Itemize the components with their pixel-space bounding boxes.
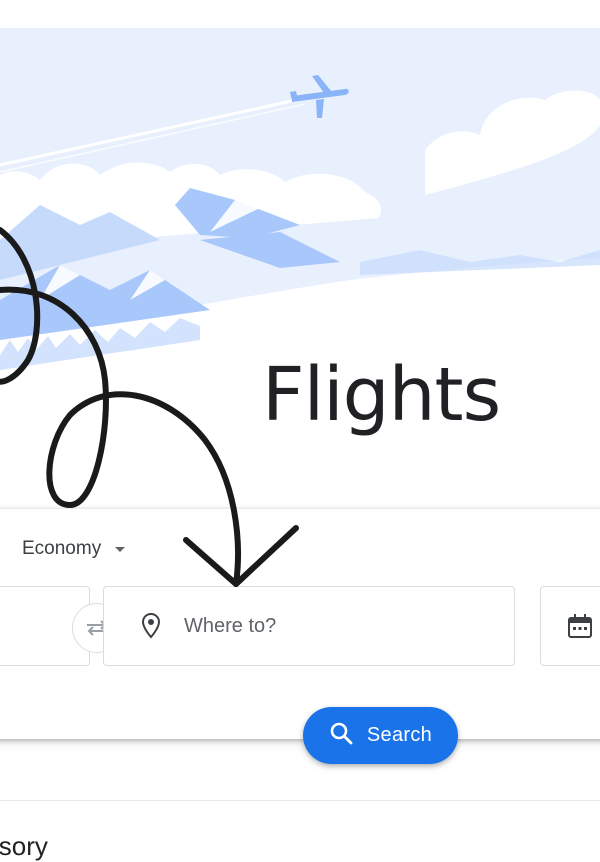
- calendar-icon: [567, 613, 593, 639]
- departure-date-field[interactable]: [540, 586, 600, 666]
- location-pin-icon: [142, 613, 160, 639]
- search-button-label: Search: [366, 724, 433, 746]
- chevron-down-icon: [115, 546, 126, 552]
- hero-illustration: [0, 0, 600, 520]
- search-icon: [329, 721, 353, 751]
- page-title: Flights: [262, 352, 501, 438]
- destination-placeholder: Where to?: [184, 614, 277, 637]
- destination-field[interactable]: Where to?: [103, 586, 515, 666]
- advisory-heading: visory: [0, 831, 48, 861]
- search-button[interactable]: Search: [303, 707, 458, 764]
- section-divider: [0, 800, 600, 801]
- seat-class-dropdown[interactable]: Economy: [22, 537, 126, 561]
- seat-class-label: Economy: [22, 538, 102, 559]
